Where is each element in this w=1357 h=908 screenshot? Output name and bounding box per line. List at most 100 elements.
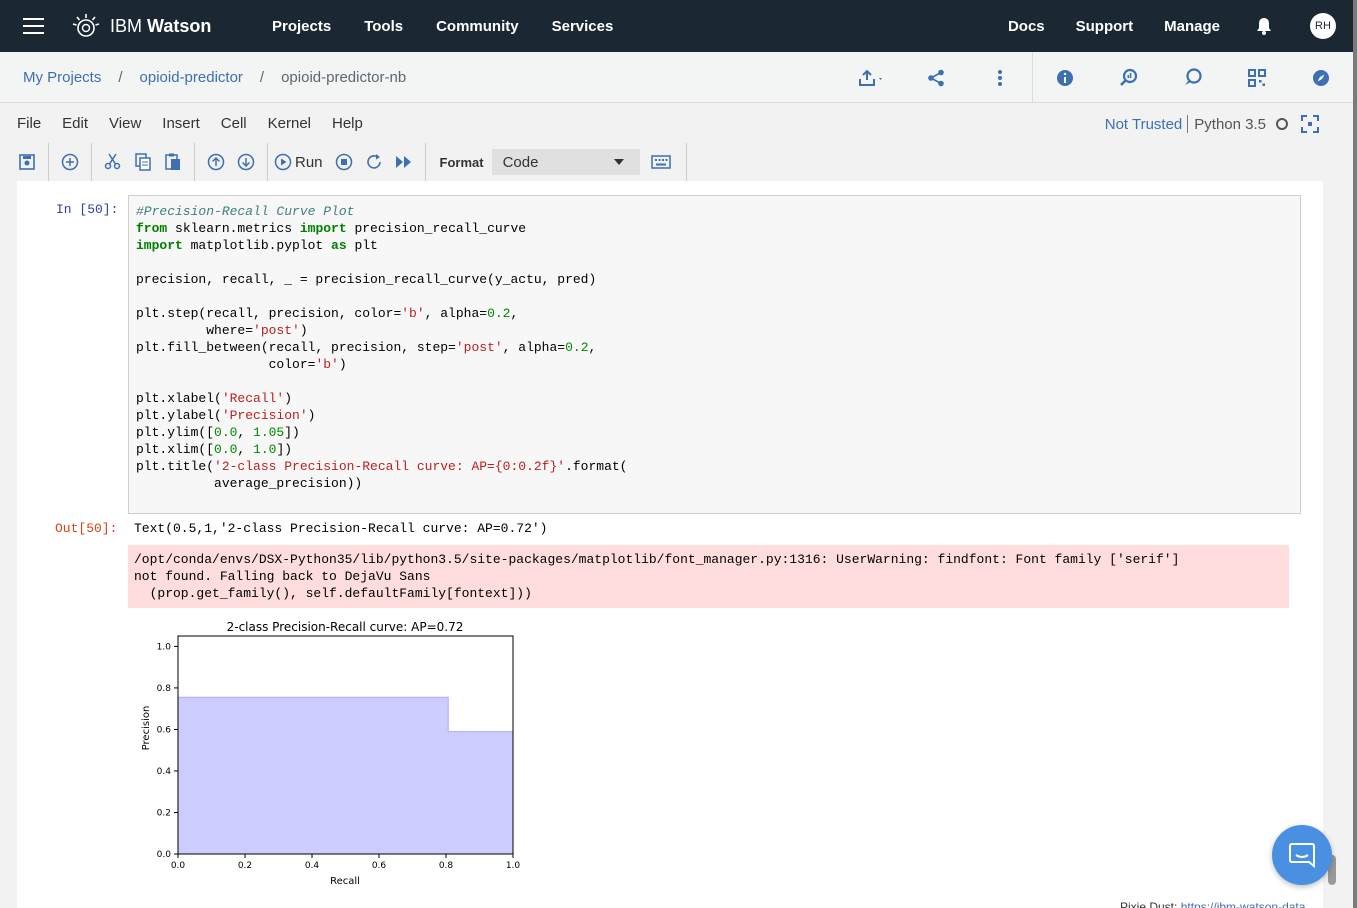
- breadcrumb-current-notebook: opioid-predictor-nb: [281, 68, 407, 86]
- hamburger-menu-icon[interactable]: [0, 0, 66, 52]
- share-icon: [928, 69, 944, 86]
- x-tick-label: 0.6: [372, 861, 387, 871]
- nav-tools[interactable]: Tools: [364, 18, 403, 35]
- x-tick-label: 0.2: [238, 861, 252, 871]
- window-edge: [1353, 0, 1357, 908]
- code-cell-editor[interactable]: #Precision-Recall Curve Plot from sklear…: [128, 195, 1301, 514]
- chart-title: 2-class Precision-Recall curve: AP=0.72: [227, 620, 464, 634]
- code-snippets-button[interactable]: [1225, 52, 1289, 103]
- paste-button[interactable]: [158, 147, 188, 177]
- notebook-container: In [50]: #Precision-Recall Curve Plot fr…: [17, 181, 1323, 908]
- trust-status-button[interactable]: Not Trusted: [1105, 116, 1183, 133]
- copy-icon: [135, 153, 151, 171]
- more-options-button[interactable]: [968, 52, 1032, 103]
- grid-tiles-icon: [1248, 68, 1266, 87]
- breadcrumb-bar: My Projects / opioid-predictor / opioid-…: [0, 52, 1353, 103]
- chat-support-button[interactable]: [1272, 825, 1332, 885]
- find-data-button[interactable]: [1097, 52, 1161, 103]
- breadcrumb-project[interactable]: opioid-predictor: [140, 69, 243, 86]
- top-navigation-bar: IBM Watson Projects Tools Community Serv…: [0, 0, 1353, 52]
- notifications-bell-icon[interactable]: [1254, 16, 1274, 36]
- background-link[interactable]: https://ibm-watson-data: [1181, 900, 1306, 908]
- nav-services[interactable]: Services: [552, 18, 614, 35]
- notebook-toolbar: Run Format Code: [0, 143, 1353, 181]
- arrow-down-circle-icon: [237, 153, 255, 171]
- community-button[interactable]: [1161, 52, 1225, 103]
- x-tick-label: 1.0: [506, 861, 521, 871]
- kernel-idle-indicator-icon: [1276, 118, 1288, 130]
- insert-cell-button[interactable]: [55, 147, 85, 177]
- scissors-icon: [104, 153, 121, 170]
- breadcrumb-separator: /: [259, 68, 265, 86]
- nav-docs[interactable]: Docs: [1008, 18, 1045, 35]
- format-label: Format: [439, 154, 484, 170]
- play-circle-icon: [274, 153, 292, 171]
- share-button[interactable]: [904, 52, 968, 103]
- notebook-actions: [840, 52, 1353, 103]
- run-label: Run: [295, 153, 323, 171]
- copy-button[interactable]: [128, 147, 158, 177]
- explore-button[interactable]: [1289, 52, 1353, 103]
- menu-insert[interactable]: Insert: [162, 115, 200, 132]
- breadcrumb: My Projects / opioid-predictor / opioid-…: [23, 69, 406, 86]
- menu-cell[interactable]: Cell: [221, 115, 247, 132]
- compass-icon: [1313, 69, 1329, 86]
- move-cell-up-button[interactable]: [201, 147, 231, 177]
- cell-type-value: Code: [502, 153, 539, 171]
- toolbar-group-move: [195, 143, 268, 181]
- run-button[interactable]: Run: [274, 147, 329, 177]
- restart-kernel-button[interactable]: [359, 147, 389, 177]
- breadcrumb-my-projects[interactable]: My Projects: [23, 69, 101, 86]
- stop-circle-icon: [335, 153, 352, 171]
- user-avatar[interactable]: RH: [1310, 13, 1336, 39]
- y-tick-label: 0.2: [157, 808, 171, 818]
- watson-logo-icon: [72, 14, 100, 37]
- fast-forward-icon: [395, 156, 411, 168]
- y-tick-label: 0.8: [157, 684, 172, 694]
- stderr-warning: /opt/conda/envs/DSX-Python35/lib/python3…: [128, 545, 1289, 608]
- y-tick-label: 0.4: [157, 767, 172, 777]
- chat-bubbles-icon: [1185, 67, 1202, 85]
- background-page-peek: Pixie Dust: https://ibm-watson-data: [1120, 900, 1305, 908]
- toolbar-group-format: Format Code: [426, 143, 687, 181]
- x-tick-label: 0.4: [305, 861, 320, 871]
- y-tick-label: 1.0: [157, 642, 172, 652]
- chevron-down-icon: [613, 159, 624, 165]
- menu-file[interactable]: File: [17, 115, 41, 132]
- keyboard-shortcuts-button[interactable]: [646, 147, 676, 177]
- restart-icon: [366, 154, 381, 169]
- cell-type-select[interactable]: Code: [491, 149, 640, 175]
- y-tick-label: 0.0: [157, 850, 172, 860]
- data-search-icon: [1120, 68, 1138, 86]
- kernel-status: Not Trusted Python 3.5: [1105, 115, 1319, 133]
- y-tick-label: 0.6: [157, 725, 172, 735]
- nav-community[interactable]: Community: [436, 18, 519, 35]
- x-axis-label: Recall: [330, 876, 360, 887]
- menu-edit[interactable]: Edit: [62, 115, 88, 132]
- fullscreen-icon[interactable]: [1301, 115, 1319, 133]
- menu-view[interactable]: View: [109, 115, 141, 132]
- y-axis-label: Precision: [141, 706, 152, 751]
- brand[interactable]: IBM Watson: [72, 12, 272, 40]
- nav-projects[interactable]: Projects: [272, 18, 331, 35]
- output-text: Text(0.5,1,'2-class Precision-Recall cur…: [134, 521, 548, 536]
- menu-help[interactable]: Help: [332, 115, 363, 132]
- precision-recall-chart: 2-class Precision-Recall curve: AP=0.72 …: [141, 620, 521, 887]
- menu-kernel[interactable]: Kernel: [268, 115, 311, 132]
- info-button[interactable]: [1033, 52, 1097, 103]
- output-prompt: Out[50]:: [55, 521, 118, 536]
- cut-button[interactable]: [98, 147, 128, 177]
- nav-support[interactable]: Support: [1076, 18, 1134, 35]
- run-all-button[interactable]: [389, 147, 419, 177]
- save-button[interactable]: [12, 147, 42, 177]
- arrow-up-circle-icon: [207, 153, 225, 171]
- pr-area-fill: [178, 697, 513, 854]
- export-button[interactable]: [840, 52, 904, 103]
- nav-manage[interactable]: Manage: [1164, 18, 1220, 35]
- interrupt-kernel-button[interactable]: [329, 147, 359, 177]
- screen: IBM Watson Projects Tools Community Serv…: [0, 0, 1357, 908]
- keyboard-icon: [650, 155, 671, 169]
- x-tick-label: 0.0: [171, 861, 186, 871]
- kernel-name: Python 3.5: [1194, 115, 1266, 133]
- move-cell-down-button[interactable]: [231, 147, 261, 177]
